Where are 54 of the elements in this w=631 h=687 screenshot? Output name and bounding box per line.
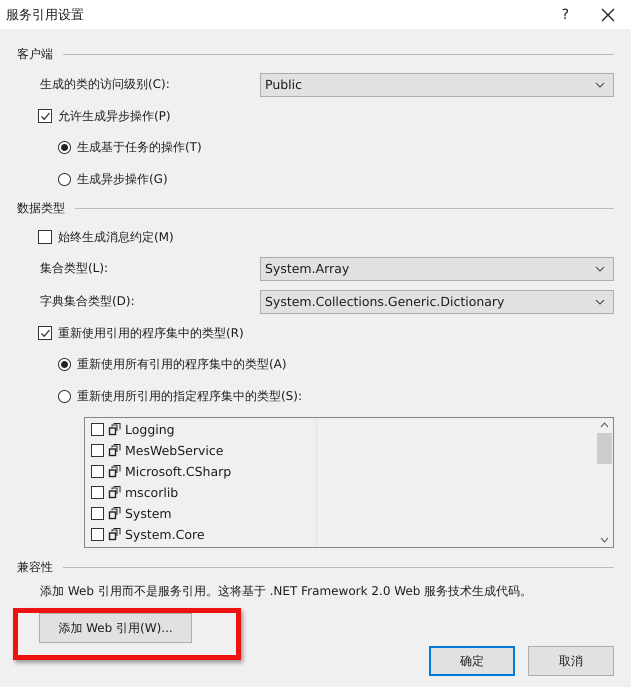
checkbox[interactable] [91, 507, 104, 520]
field-label: 字典集合类型(D): [40, 293, 136, 310]
dropdown[interactable]: System.Array [260, 256, 614, 280]
chevron-down-icon [595, 82, 605, 88]
checkbox[interactable] [38, 230, 52, 244]
section-heading: 数据类型 [17, 200, 65, 217]
description-text: 添加 Web 引用而不是服务引用。这将基于 .NET Framework 2.0 Web 服务技术生成代码。 [40, 583, 532, 600]
radio-label: 生成异步操作(G) [77, 170, 168, 188]
scroll-down-icon[interactable] [600, 537, 609, 543]
checkbox-label: 始终生成消息约定(M) [58, 228, 174, 246]
checkbox[interactable] [91, 423, 104, 436]
help-button[interactable]: ? [562, 6, 569, 22]
radio-label: 生成基于任务的操作(T) [77, 138, 202, 156]
cancel-button[interactable]: 取消 [528, 646, 614, 676]
radio-label: 重新使用所有引用的程序集中的类型(A) [77, 356, 287, 372]
radio-button[interactable] [58, 140, 71, 154]
checkbox[interactable] [91, 486, 104, 499]
scroll-thumb[interactable] [597, 433, 612, 464]
scroll-up-icon[interactable] [600, 422, 609, 428]
checkbox[interactable] [91, 528, 104, 541]
checkbox-label: 重新使用引用的程序集中的类型(R) [58, 324, 244, 342]
assembly-icon [108, 444, 121, 457]
section-heading: 客户端 [17, 46, 53, 63]
assembly-name: Logging [125, 422, 175, 437]
radio-button[interactable] [58, 358, 71, 370]
chevron-down-icon [595, 266, 605, 272]
assembly-name: Microsoft.CSharp [125, 464, 232, 479]
checkbox[interactable] [91, 465, 104, 478]
field-label: 生成的类的访问级别(C): [40, 76, 171, 93]
assembly-name: System.Core [125, 527, 205, 542]
ok-button[interactable]: 确定 [429, 646, 515, 676]
assembly-name: MesWebService [125, 443, 224, 458]
checkbox[interactable] [91, 444, 104, 457]
assembly-icon [108, 423, 121, 436]
close-icon[interactable] [601, 8, 615, 22]
dropdown[interactable]: System.Collections.Generic.Dictionary [260, 290, 614, 314]
assembly-icon [108, 528, 121, 541]
assembly-icon [108, 465, 121, 478]
assembly-name: mscorlib [125, 485, 178, 500]
checkbox[interactable] [38, 326, 52, 340]
chevron-down-icon [595, 298, 605, 304]
assembly-icon [108, 507, 121, 520]
assembly-name: System [125, 506, 172, 521]
window-title: 服务引用设置 [6, 6, 85, 24]
radio-button[interactable] [58, 172, 71, 186]
field-label: 集合类型(L): [40, 260, 110, 277]
dropdown[interactable]: Public [260, 72, 614, 96]
assembly-icon [108, 486, 121, 499]
add-web-reference-button[interactable]: 添加 Web 引用(W)... [39, 613, 192, 643]
checkbox[interactable] [38, 109, 52, 123]
section-heading: 兼容性 [17, 559, 53, 576]
radio-label: 重新使用所引用的指定程序集中的类型(S): [77, 388, 302, 404]
checkbox-label: 允许生成异步操作(P) [58, 108, 171, 124]
radio-button[interactable] [58, 390, 71, 402]
